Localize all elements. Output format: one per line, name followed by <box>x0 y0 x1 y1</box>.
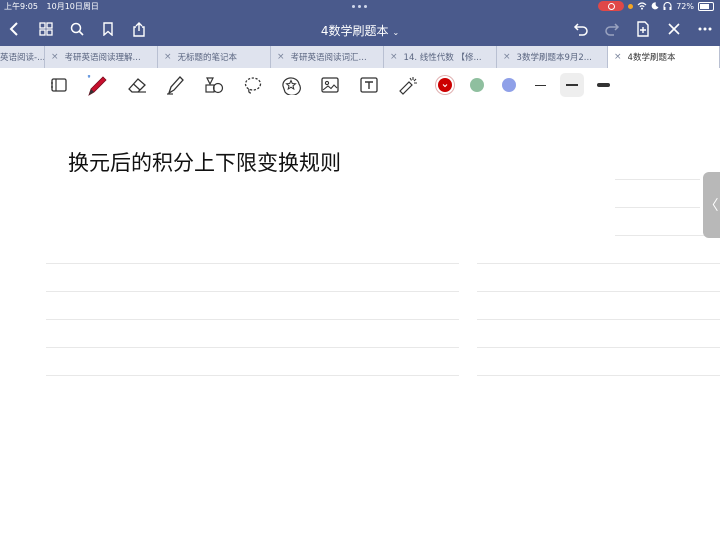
search-icon <box>70 22 84 36</box>
ruled-line <box>477 347 720 348</box>
tab-close-icon[interactable]: × <box>51 52 59 62</box>
undo-icon <box>573 23 588 36</box>
stroke-width-thick[interactable] <box>597 83 610 87</box>
laser-pointer-tool[interactable] <box>396 73 420 97</box>
text-box-icon <box>360 77 378 93</box>
grid-view-button[interactable] <box>35 18 57 40</box>
tab-close-icon[interactable]: × <box>503 52 511 62</box>
more-icon <box>698 27 712 31</box>
chevron-left-icon <box>9 22 18 36</box>
drawing-toolbar <box>0 68 720 102</box>
wifi-icon <box>637 2 647 10</box>
sticker-tool[interactable] <box>279 73 303 97</box>
tab-label: 3数学刷题本9月2... <box>516 53 592 63</box>
ruled-line <box>46 375 459 376</box>
ruled-line <box>46 291 459 292</box>
color-swatch-green[interactable] <box>470 78 484 92</box>
status-left: 上午9:05 10月10日周日 <box>4 1 105 12</box>
close-document-button[interactable] <box>663 18 685 40</box>
document-tabs: 英语阅读-... × 考研英语阅读理解... × 无标题的笔记本 × 考研英语阅… <box>0 46 720 69</box>
tab-label: 14. 线性代数 【修... <box>403 53 482 63</box>
tab-label: 无标题的笔记本 <box>177 53 238 63</box>
image-tool[interactable] <box>318 73 342 97</box>
tab-close-icon[interactable]: × <box>614 52 622 62</box>
title-caret-icon: ⌄ <box>392 28 400 37</box>
close-icon <box>668 23 680 35</box>
ruled-line <box>615 207 700 208</box>
tab-label: 考研英语阅读词汇... <box>290 53 367 63</box>
add-page-button[interactable] <box>632 18 654 40</box>
moon-icon <box>651 2 659 10</box>
ruled-line <box>477 375 720 376</box>
bookmark-icon <box>103 22 113 36</box>
status-time: 上午9:05 <box>4 2 38 11</box>
headphones-icon <box>663 2 672 10</box>
share-icon <box>133 21 145 37</box>
tab-close-icon[interactable]: × <box>277 52 285 62</box>
bookmark-button[interactable] <box>97 18 119 40</box>
tab-label: 考研英语阅读理解... <box>64 53 141 63</box>
pen-icon <box>87 75 107 96</box>
book-icon <box>51 78 67 92</box>
eraser-tool[interactable] <box>125 73 149 97</box>
share-button[interactable] <box>128 18 150 40</box>
multitask-dots-icon[interactable] <box>352 5 367 8</box>
image-icon <box>321 77 339 93</box>
tab-label: 英语阅读-... <box>0 53 44 63</box>
tab-1[interactable]: 英语阅读-... <box>0 46 45 68</box>
tab-3[interactable]: × 无标题的笔记本 <box>158 46 271 68</box>
more-button[interactable] <box>694 18 716 40</box>
eraser-icon <box>128 78 146 93</box>
highlighter-icon <box>167 76 184 95</box>
document-title: 4数学刷题本 <box>320 24 389 38</box>
search-button[interactable] <box>66 18 88 40</box>
tab-2[interactable]: × 考研英语阅读理解... <box>45 46 158 68</box>
lasso-tool[interactable] <box>241 73 265 97</box>
ruled-line <box>477 291 720 292</box>
side-panel-handle[interactable]: 〈 <box>703 172 720 238</box>
tab-label: 4数学刷题本 <box>627 53 676 63</box>
tab-close-icon[interactable]: × <box>164 52 172 62</box>
highlighter-tool[interactable] <box>163 73 187 97</box>
shapes-icon <box>205 77 224 94</box>
back-button[interactable] <box>4 18 26 40</box>
laser-pointer-icon <box>399 77 417 95</box>
ruled-line <box>477 263 720 264</box>
stroke-width-medium[interactable] <box>566 84 578 86</box>
color-swatch-red[interactable] <box>438 78 452 92</box>
lasso-icon <box>244 77 262 94</box>
text-tool[interactable] <box>357 73 381 97</box>
battery-icon <box>698 1 714 11</box>
read-mode-tool[interactable] <box>47 73 71 97</box>
ruled-line <box>477 319 720 320</box>
tab-7-active[interactable]: × 4数学刷题本 <box>608 46 720 68</box>
app-header: 上午9:05 10月10日周日 72% 4数学刷题本 ⌄ <box>0 0 720 46</box>
status-date: 10月10日周日 <box>46 2 99 11</box>
tab-5[interactable]: × 14. 线性代数 【修... <box>384 46 497 68</box>
mic-indicator-icon <box>628 3 634 9</box>
tab-6[interactable]: × 3数学刷题本9月2... <box>497 46 608 68</box>
ruled-line <box>46 263 459 264</box>
note-heading: 换元后的积分上下限变换规则 <box>68 151 341 175</box>
add-page-icon <box>637 21 649 37</box>
chevron-left-icon: 〈 <box>704 198 719 214</box>
undo-button[interactable] <box>570 18 592 40</box>
pen-tool[interactable] <box>85 73 109 97</box>
shape-tool[interactable] <box>202 73 226 97</box>
tab-4[interactable]: × 考研英语阅读词汇... <box>271 46 384 68</box>
screen-record-icon[interactable] <box>598 1 625 11</box>
tab-close-icon[interactable]: × <box>390 52 398 62</box>
stroke-width-thin[interactable] <box>535 85 546 86</box>
sticker-star-icon <box>282 77 301 95</box>
ruled-line <box>615 179 700 180</box>
ruled-line <box>46 347 459 348</box>
battery-percent: 72% <box>676 1 694 11</box>
redo-icon <box>605 23 620 36</box>
color-swatch-blue[interactable] <box>502 78 516 92</box>
redo-button[interactable] <box>601 18 623 40</box>
status-right: 72% <box>598 1 714 11</box>
ruled-line <box>46 319 459 320</box>
chevron-down-icon <box>442 84 448 88</box>
grid-icon <box>39 22 53 36</box>
